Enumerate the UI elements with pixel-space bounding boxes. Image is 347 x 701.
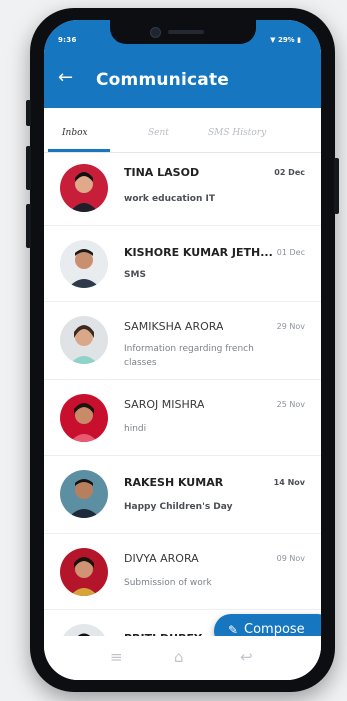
- sender-name: DIVYA ARORA: [124, 552, 199, 565]
- message-snippet: Happy Children's Day: [124, 502, 233, 512]
- tab-sent[interactable]: Sent: [148, 128, 169, 138]
- message-snippet: Submission of work: [124, 578, 212, 588]
- list-item[interactable]: TINA LASOD 02 Dec work education IT: [44, 152, 321, 226]
- front-camera-icon: [150, 27, 161, 38]
- list-item[interactable]: SAROJ MISHRA 25 Nov hindi: [44, 380, 321, 456]
- page-title: Communicate: [96, 70, 230, 90]
- phone-volume-down-button: [26, 204, 31, 248]
- message-date: 14 Nov: [273, 478, 305, 487]
- phone-power-button: [334, 158, 339, 214]
- status-time: 9:36: [58, 36, 77, 44]
- tab-bar: Inbox Sent SMS History: [44, 108, 321, 153]
- compose-label: Compose: [244, 622, 305, 637]
- avatar: [60, 164, 108, 212]
- status-battery: ▼ 29% ▮: [270, 36, 301, 44]
- list-item[interactable]: RAKESH KUMAR 14 Nov Happy Children's Day: [44, 456, 321, 534]
- phone-frame: 9:36 ▼ 29% ▮ ← Communicate Inbox Sent SM…: [26, 8, 339, 692]
- message-snippet: SMS: [124, 270, 146, 280]
- avatar: [60, 470, 108, 518]
- system-nav-bar: ≡ ⌂ ↩: [44, 636, 321, 680]
- message-snippet: Information regarding french classes: [124, 344, 254, 368]
- avatar: [60, 548, 108, 596]
- arrow-left-icon[interactable]: ←: [58, 68, 73, 88]
- phone-screen: 9:36 ▼ 29% ▮ ← Communicate Inbox Sent SM…: [44, 20, 321, 680]
- sender-name: KISHORE KUMAR JETH...: [124, 246, 273, 259]
- tab-sms-history[interactable]: SMS History: [208, 128, 266, 138]
- message-snippet: hindi: [124, 424, 147, 434]
- message-date: 02 Dec: [274, 168, 305, 177]
- earpiece-speaker: [168, 30, 204, 34]
- list-item[interactable]: DIVYA ARORA 09 Nov Submission of work: [44, 534, 321, 610]
- message-date: 09 Nov: [276, 554, 305, 563]
- message-date: 25 Nov: [276, 400, 305, 409]
- list-item[interactable]: KISHORE KUMAR JETH... 01 Dec SMS: [44, 226, 321, 302]
- sender-name: SAROJ MISHRA: [124, 398, 205, 411]
- menu-icon[interactable]: ≡: [110, 648, 123, 666]
- tab-inbox[interactable]: Inbox: [62, 128, 88, 138]
- list-item[interactable]: SAMIKSHA ARORA 29 Nov Information regard…: [44, 302, 321, 380]
- message-date: 01 Dec: [276, 248, 305, 257]
- phone-side-button: [26, 100, 31, 126]
- avatar: [60, 394, 108, 442]
- back-icon[interactable]: ↩: [240, 648, 253, 666]
- sender-name: SAMIKSHA ARORA: [124, 320, 224, 333]
- avatar: [60, 316, 108, 364]
- sender-name: RAKESH KUMAR: [124, 476, 224, 489]
- sender-name: TINA LASOD: [124, 166, 200, 179]
- avatar: [60, 240, 108, 288]
- phone-volume-up-button: [26, 146, 31, 190]
- app-bar: ← Communicate: [44, 56, 321, 108]
- home-icon[interactable]: ⌂: [174, 648, 184, 666]
- phone-notch: [110, 20, 256, 44]
- message-date: 29 Nov: [276, 322, 305, 331]
- pencil-icon: ✎: [228, 623, 239, 637]
- message-snippet: work education IT: [124, 194, 216, 204]
